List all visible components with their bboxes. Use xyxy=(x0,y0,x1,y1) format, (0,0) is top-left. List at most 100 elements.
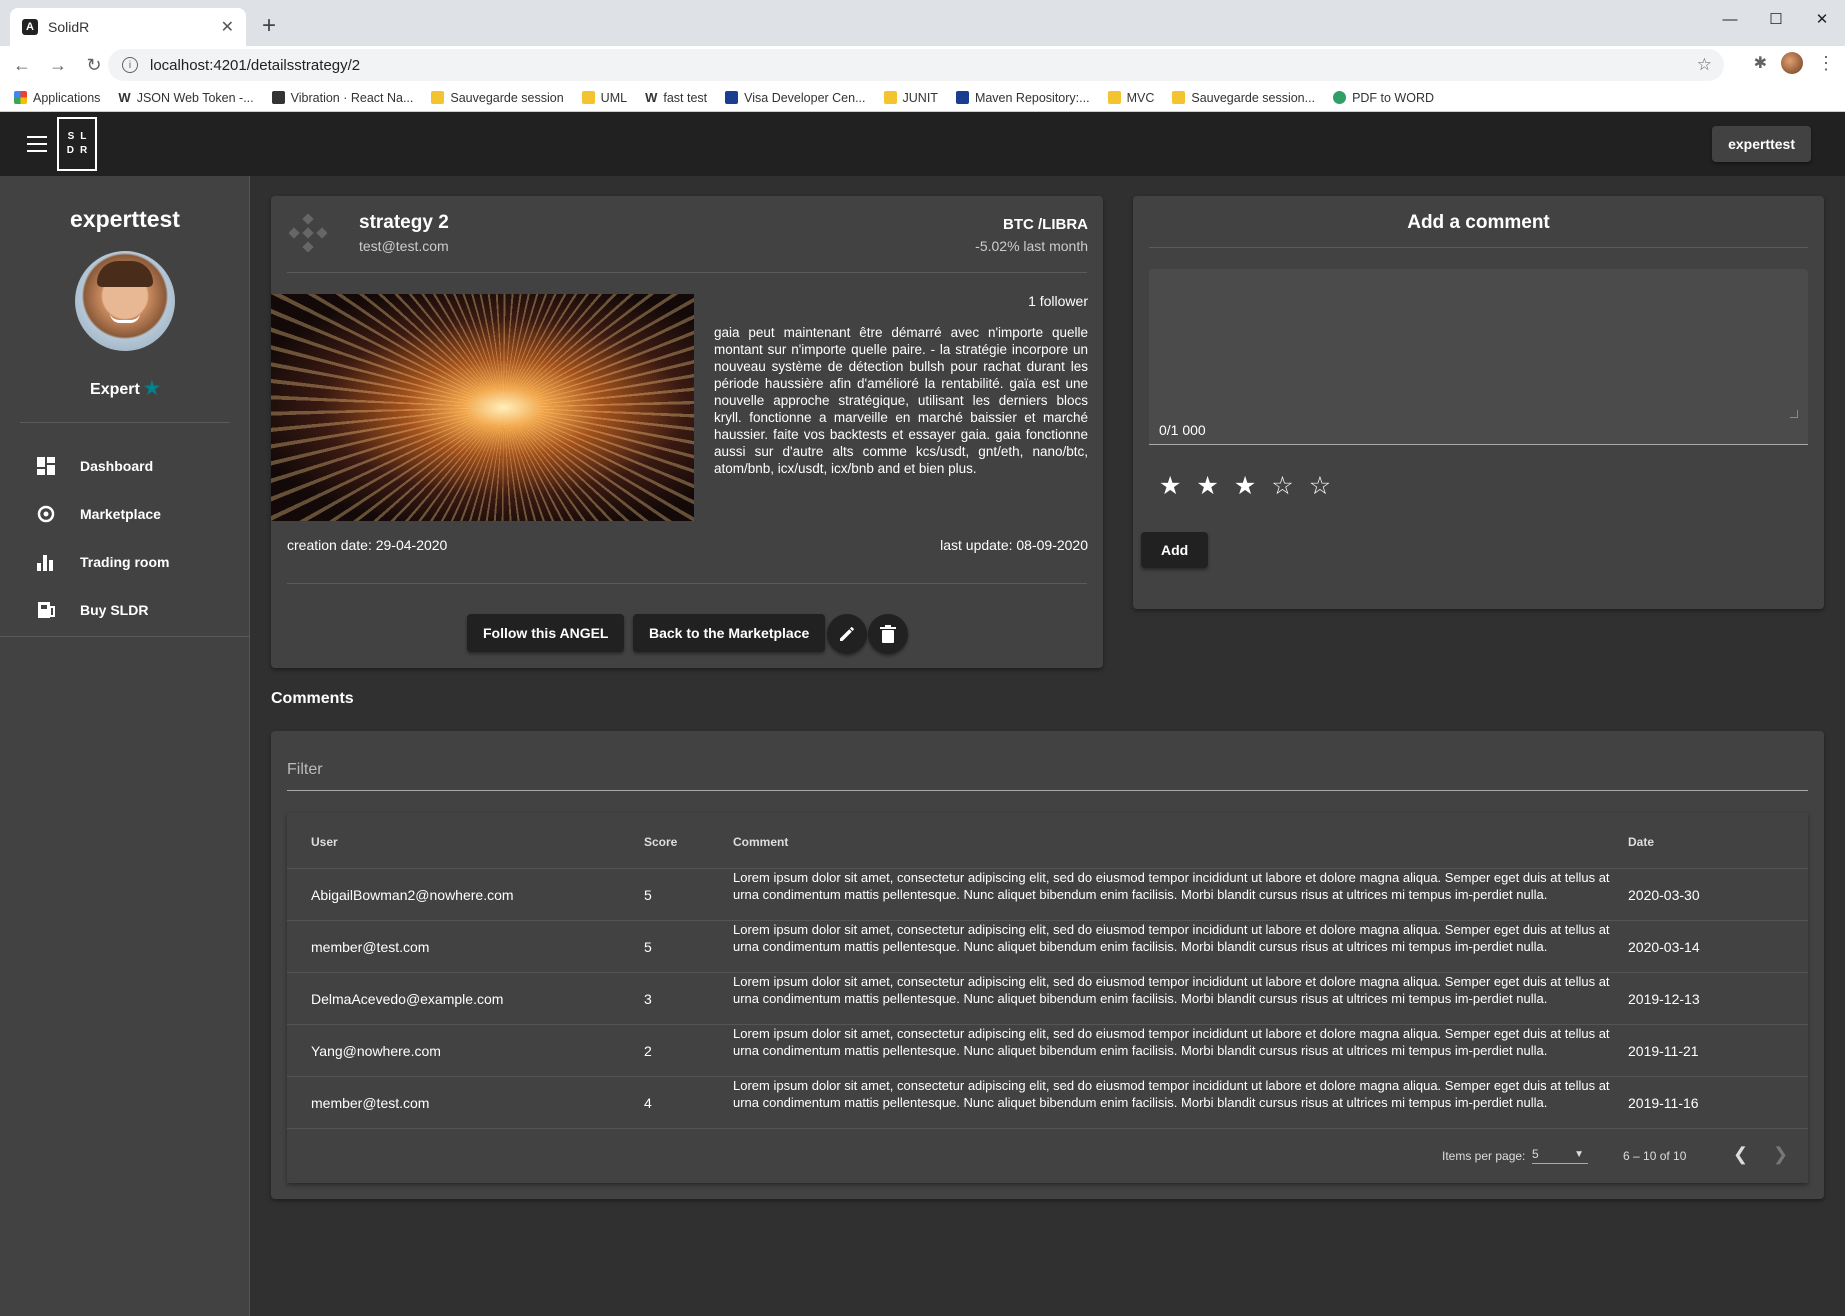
star-filled-icon[interactable]: ★ xyxy=(1234,471,1256,501)
bar-chart-icon xyxy=(36,552,56,572)
filter-underline xyxy=(287,790,1808,791)
strategy-title: strategy 2 xyxy=(359,212,449,233)
trading-pair: BTC /LIBRA xyxy=(1003,216,1088,233)
close-window-icon[interactable]: ✕ xyxy=(1799,4,1845,34)
bookmark-item[interactable]: Sauvegarde session... xyxy=(1172,91,1315,105)
bookmark-item[interactable]: UML xyxy=(581,91,627,105)
comment-score: 5 xyxy=(644,939,652,955)
hamburger-menu-icon[interactable] xyxy=(27,136,47,152)
last-update-date: last update: 08-09-2020 xyxy=(940,537,1088,553)
tab-strip: A SolidR ✕ + — ☐ ✕ xyxy=(0,0,1845,46)
forward-arrow-icon[interactable]: → xyxy=(44,55,72,76)
bookmark-item[interactable]: PDF to WORD xyxy=(1333,91,1434,105)
user-account-button[interactable]: experttest xyxy=(1712,126,1811,162)
next-page-icon: ❯ xyxy=(1773,1144,1789,1164)
table-header: User Score Comment Date xyxy=(287,813,1808,869)
follow-button[interactable]: Follow this ANGEL xyxy=(467,614,625,652)
comment-score: 5 xyxy=(644,887,652,903)
bookmark-item[interactable]: W JSON Web Token -... xyxy=(118,90,253,105)
minimize-icon[interactable]: — xyxy=(1707,4,1753,34)
star-filled-icon[interactable]: ★ xyxy=(1159,471,1181,501)
sidebar: experttest Expert ★ Dashboard Marketplace… xyxy=(0,176,250,1316)
bookmark-item[interactable]: Maven Repository:... xyxy=(955,91,1090,105)
table-row: member@test.com 5 Lorem ipsum dolor sit am… xyxy=(287,921,1808,973)
comment-date: 2020-03-30 xyxy=(1628,887,1700,903)
card-divider xyxy=(1149,247,1808,248)
comment-user: Yang@nowhere.com xyxy=(311,1043,441,1059)
table-row: Yang@nowhere.com 2 Lorem ipsum dolor sit a… xyxy=(287,1025,1808,1077)
items-per-page-select[interactable]: 5 ▼ xyxy=(1532,1147,1588,1164)
browser-chrome: A SolidR ✕ + — ☐ ✕ ← → ↻ i localhost:420… xyxy=(0,0,1845,112)
comment-user: member@test.com xyxy=(311,939,430,955)
sidebar-item-buy-sldr[interactable]: Buy SLDR xyxy=(0,586,250,634)
bookmark-item[interactable]: Sauvegarde session xyxy=(431,91,564,105)
bookmark-item[interactable]: MVC xyxy=(1107,91,1154,105)
bookmark-item[interactable]: Applications xyxy=(14,91,100,105)
browser-tab[interactable]: A SolidR ✕ xyxy=(10,8,246,46)
bookmark-item[interactable]: Vibration · React Na... xyxy=(271,91,413,105)
folder-icon xyxy=(581,91,595,104)
column-header-comment[interactable]: Comment xyxy=(733,835,788,849)
comment-score: 4 xyxy=(644,1095,652,1111)
sidebar-username: experttest xyxy=(70,206,180,232)
items-per-page-label: Items per page: xyxy=(1442,1149,1526,1163)
comments-card: Filter User Score Comment Date AbigailBo… xyxy=(271,731,1824,1199)
profile-avatar[interactable] xyxy=(1781,52,1803,74)
reload-icon[interactable]: ↻ xyxy=(80,55,108,76)
browser-toolbar: ← → ↻ i localhost:4201/detailsstrategy/2… xyxy=(0,46,1845,84)
previous-page-icon[interactable]: ❮ xyxy=(1733,1144,1748,1165)
resize-handle[interactable] xyxy=(1790,410,1798,418)
add-comment-button[interactable]: Add xyxy=(1141,532,1209,568)
info-icon[interactable]: i xyxy=(122,57,138,73)
comment-user: AbigailBowman2@nowhere.com xyxy=(311,887,514,903)
paginator: Items per page: 5 ▼ 6 – 10 of 10 ❮ ❯ xyxy=(287,1129,1808,1183)
comment-text: Lorem ipsum dolor sit amet, consectetur … xyxy=(733,870,1610,902)
window-controls: — ☐ ✕ xyxy=(1707,4,1845,34)
creation-date: creation date: 29-04-2020 xyxy=(287,537,448,553)
strategy-image xyxy=(271,294,694,521)
back-arrow-icon[interactable]: ← xyxy=(8,55,36,76)
comments-table: User Score Comment Date AbigailBowman2@n… xyxy=(287,813,1808,1183)
bookmark-item[interactable]: Wfast test xyxy=(645,90,707,105)
sidebar-item-dashboard[interactable]: Dashboard xyxy=(0,442,250,490)
pencil-icon xyxy=(840,627,854,641)
user-avatar xyxy=(75,251,175,351)
angular-favicon-icon: A xyxy=(22,19,38,35)
sidebar-item-marketplace[interactable]: Marketplace xyxy=(0,490,250,538)
user-role: Expert ★ xyxy=(90,378,160,398)
close-tab-icon[interactable]: ✕ xyxy=(221,17,234,37)
buy-icon xyxy=(36,600,56,620)
table-row: DelmaAcevedo@example.com 3 Lorem ipsum dol… xyxy=(287,973,1808,1025)
back-to-marketplace-button[interactable]: Back to the Marketplace xyxy=(633,614,826,652)
column-header-date[interactable]: Date xyxy=(1628,835,1654,849)
maximize-icon[interactable]: ☐ xyxy=(1753,4,1799,34)
delete-button[interactable] xyxy=(868,614,908,654)
browser-menu-icon[interactable]: ⋮ xyxy=(1817,53,1835,74)
new-tab-icon[interactable]: + xyxy=(262,12,276,40)
sidebar-item-trading-room[interactable]: Trading room xyxy=(0,538,250,586)
extensions-icon[interactable]: ✱ xyxy=(1754,53,1767,73)
visa-icon xyxy=(725,91,739,104)
w-icon: W xyxy=(118,90,131,105)
bookmark-item[interactable]: JUNIT xyxy=(883,91,938,105)
comment-textarea[interactable] xyxy=(1149,269,1808,445)
edit-button[interactable] xyxy=(827,614,867,654)
star-filled-icon[interactable]: ★ xyxy=(1196,471,1218,501)
maven-icon xyxy=(955,91,969,104)
comment-date: 2019-11-16 xyxy=(1628,1095,1699,1111)
bookmark-item[interactable]: Visa Developer Cen... xyxy=(725,91,866,105)
address-bar[interactable]: i localhost:4201/detailsstrategy/2 ☆ xyxy=(108,49,1724,81)
column-header-score[interactable]: Score xyxy=(644,835,677,849)
comment-text: Lorem ipsum dolor sit amet, consectetur … xyxy=(733,922,1610,954)
filter-input[interactable]: Filter xyxy=(287,761,323,779)
table-row: member@test.com 4 Lorem ipsum dolor sit am… xyxy=(287,1077,1808,1129)
apps-grid-icon xyxy=(14,91,27,104)
star-outline-icon[interactable]: ☆ xyxy=(1271,471,1293,501)
column-header-user[interactable]: User xyxy=(311,835,338,849)
star-outline-icon[interactable]: ☆ xyxy=(1309,471,1331,501)
bookmark-star-icon[interactable]: ☆ xyxy=(1697,55,1712,75)
marketplace-icon xyxy=(36,504,56,524)
performance-text: -5.02% last month xyxy=(975,238,1088,254)
sldr-logo[interactable]: SL DR xyxy=(57,117,97,171)
comment-text: Lorem ipsum dolor sit amet, consectetur … xyxy=(733,1026,1610,1058)
